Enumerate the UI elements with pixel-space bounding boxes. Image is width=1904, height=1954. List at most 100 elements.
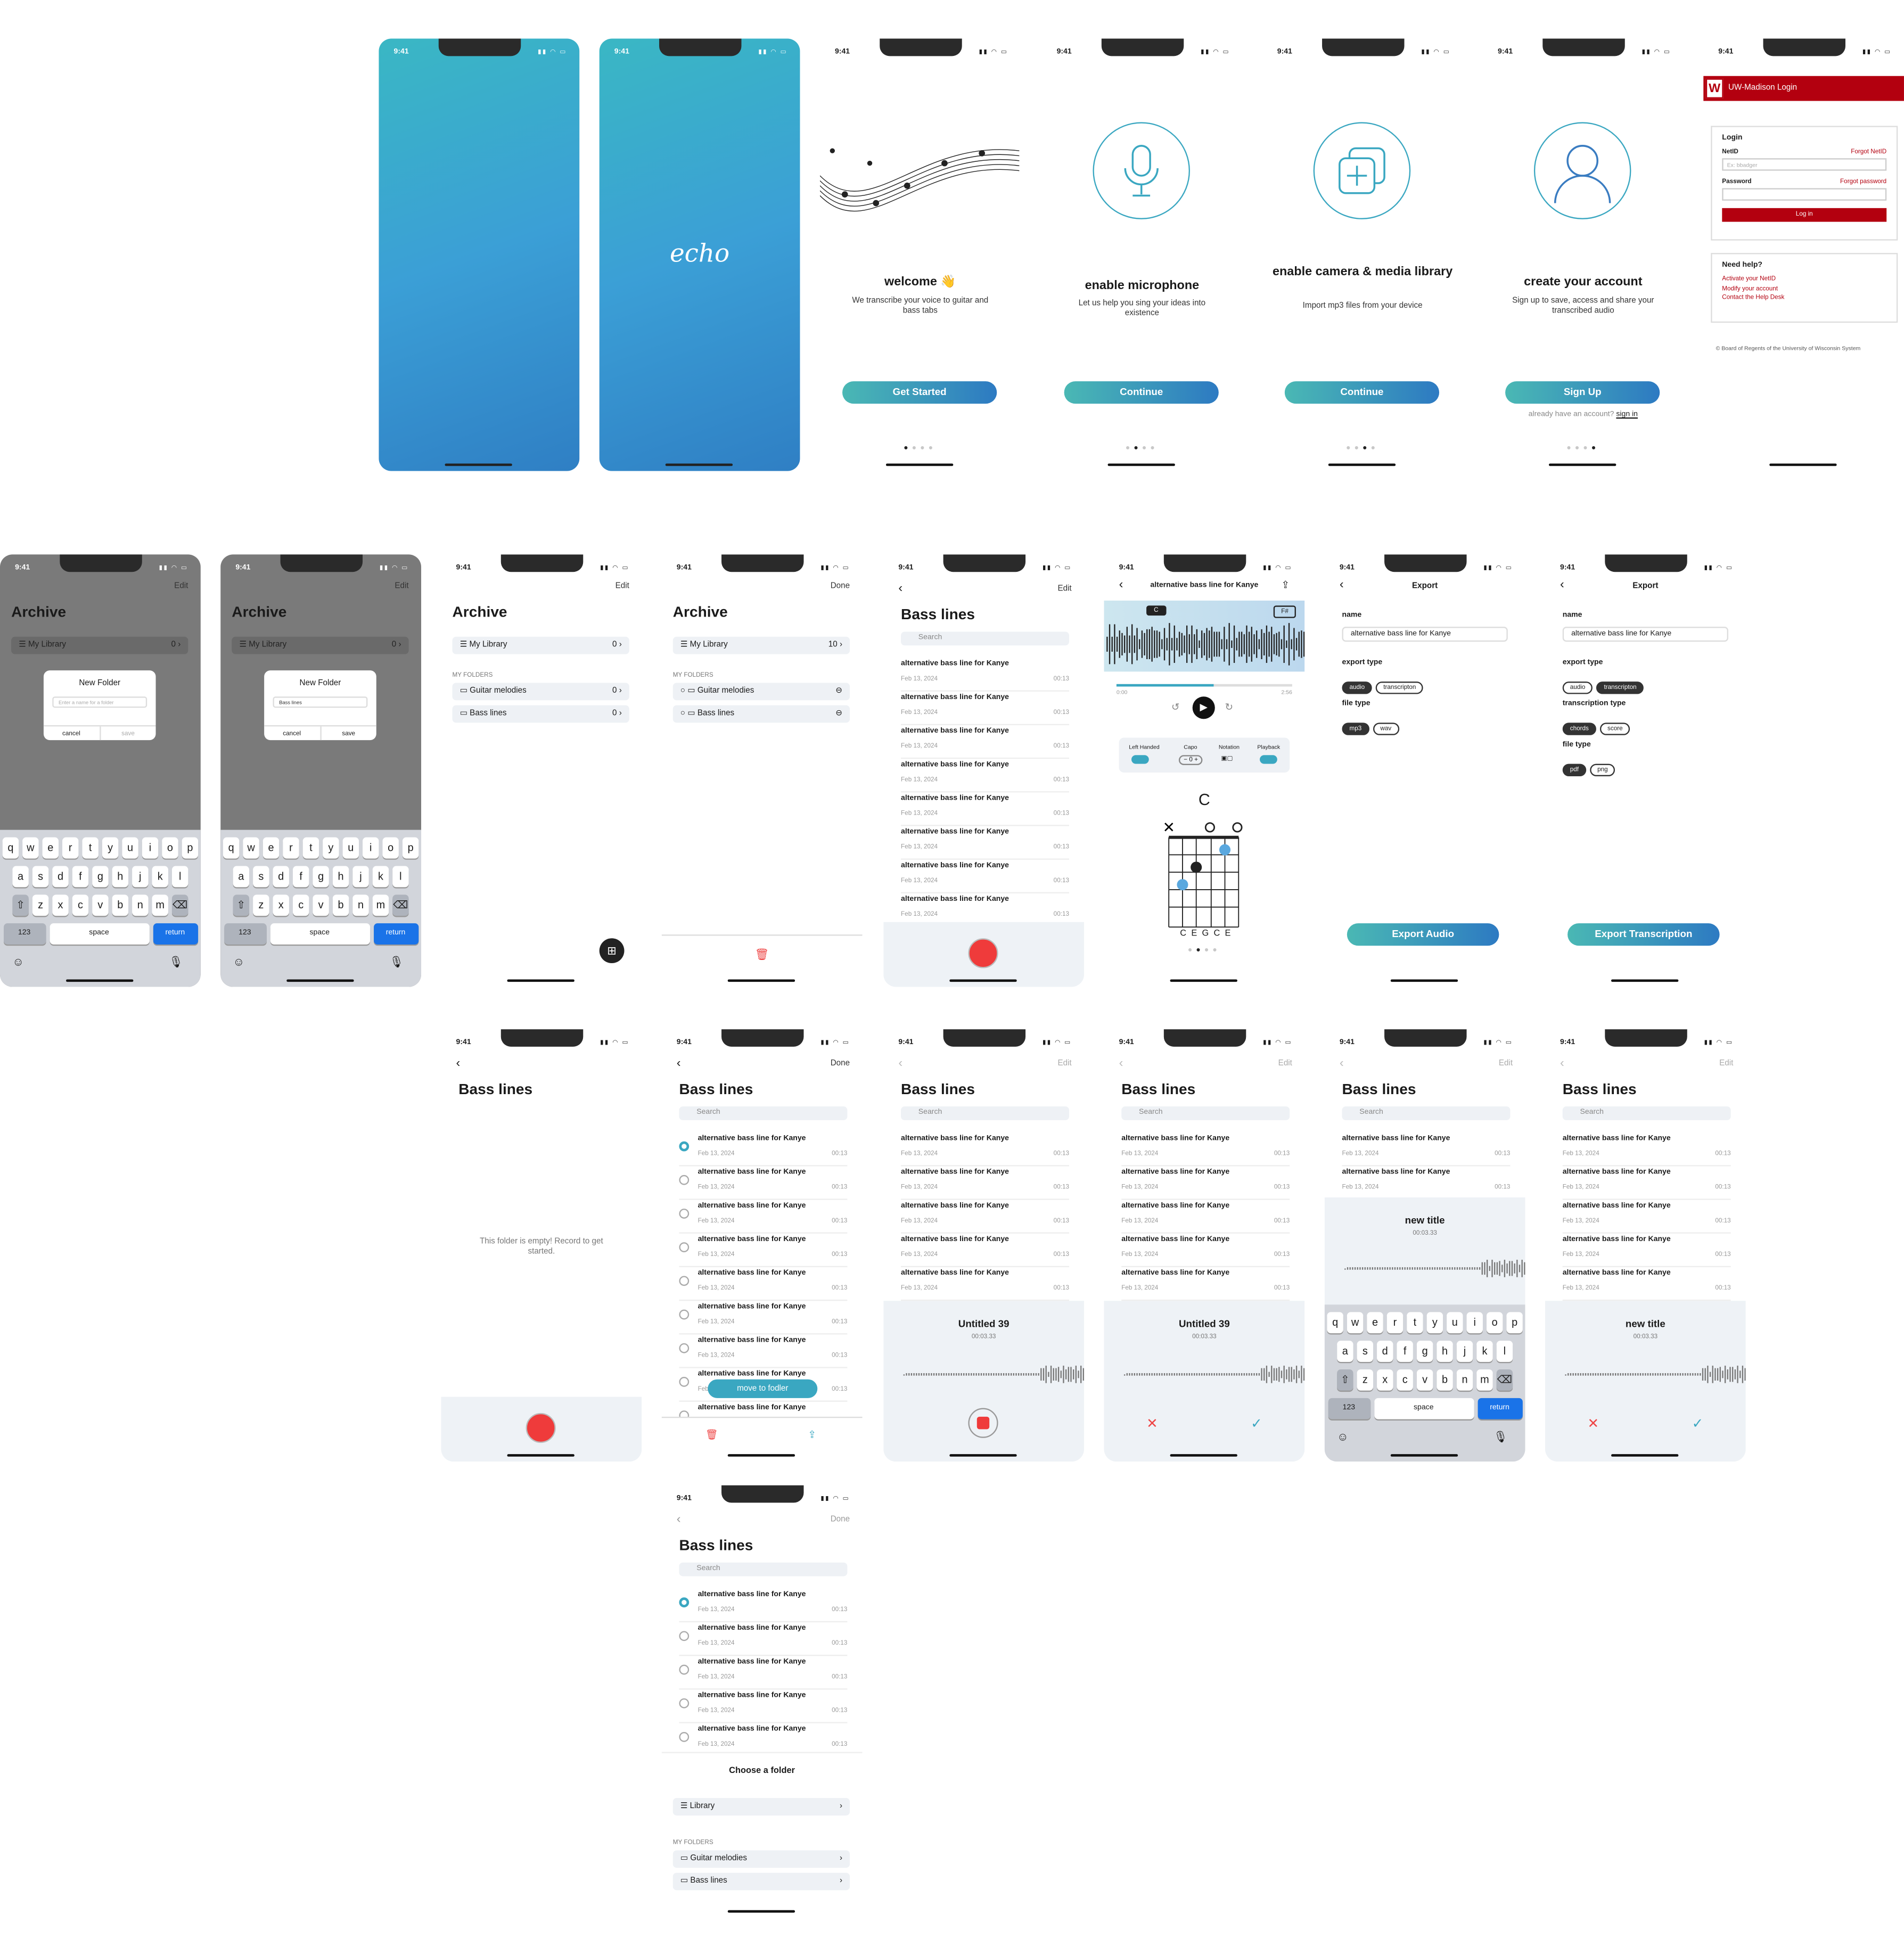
key[interactable]: n — [1456, 1369, 1473, 1391]
numbers-key[interactable]: 123 — [3, 923, 46, 945]
key[interactable]: r — [1386, 1312, 1404, 1334]
transcription-option[interactable]: transcripton — [1376, 682, 1424, 694]
select-radio[interactable] — [679, 1664, 690, 1675]
help-link[interactable]: Modify your account — [1722, 285, 1886, 294]
return-key[interactable]: return — [152, 923, 198, 945]
folder-name-input[interactable]: Enter a name for a folder — [52, 696, 147, 708]
list-item[interactable]: alternative bass line for Kanye Feb 13, 2… — [1562, 1167, 1731, 1200]
select-radio[interactable] — [679, 1377, 690, 1387]
key[interactable]: k — [1476, 1341, 1493, 1362]
record-button[interactable] — [526, 1413, 556, 1443]
list-item[interactable]: alternative bass line for Kanye Feb 13, 2… — [679, 1132, 848, 1167]
close-icon[interactable]: ✕ — [1588, 1416, 1599, 1432]
key[interactable]: h — [1437, 1341, 1453, 1362]
done-button[interactable]: Done — [831, 582, 850, 590]
list-item[interactable]: alternative bass line for Kanye Feb 13, 2… — [1562, 1132, 1731, 1167]
mp3-option[interactable]: mp3 — [1342, 723, 1369, 735]
edit-button[interactable]: Edit — [395, 582, 408, 590]
back-icon[interactable]: ‹ — [677, 1057, 681, 1071]
library-row[interactable]: ☰ Library › — [672, 1798, 850, 1816]
key[interactable]: b — [332, 894, 349, 916]
edit-button[interactable]: Edit — [174, 582, 188, 590]
key[interactable]: f — [72, 866, 89, 888]
select-radio[interactable] — [679, 1209, 690, 1219]
key[interactable]: y — [323, 837, 339, 859]
sign-in-link[interactable]: sign in — [1616, 411, 1638, 418]
upload-icon[interactable]: ⇪ — [1282, 579, 1290, 590]
key[interactable]: e — [42, 837, 59, 859]
select-radio[interactable] — [679, 1597, 690, 1607]
backspace-key[interactable]: ⌫ — [1496, 1369, 1513, 1391]
back-icon[interactable]: ‹ — [898, 1057, 902, 1071]
key[interactable]: w — [1347, 1312, 1364, 1334]
recording-name-input[interactable]: new title — [1325, 1215, 1525, 1226]
left-handed-toggle[interactable] — [1131, 755, 1149, 764]
back-icon[interactable]: ‹ — [1560, 1057, 1564, 1071]
list-item[interactable]: alternative bass line for Kanye Feb 13, 2… — [901, 658, 1069, 692]
trash-icon[interactable]: 🗑 — [661, 934, 863, 962]
edit-button[interactable]: Edit — [1278, 1059, 1292, 1068]
back-icon[interactable]: ‹ — [898, 582, 902, 596]
password-input[interactable] — [1722, 188, 1887, 201]
png-option[interactable]: png — [1590, 763, 1615, 777]
key[interactable]: i — [1466, 1312, 1483, 1334]
key[interactable]: q — [223, 837, 240, 859]
key[interactable]: v — [1416, 1369, 1433, 1391]
select-radio[interactable] — [679, 1343, 690, 1353]
keyboard[interactable]: q w e r t y u i o p a s d f g h j k l ⇧ z x c v b n m ⌫ 123 space retu… — [0, 830, 201, 987]
key[interactable]: u — [342, 837, 359, 859]
list-item[interactable]: alternative bass line for Kanye Feb 13, 2… — [1562, 1200, 1731, 1234]
list-item[interactable]: alternative bass line for Kanye Feb 13, 2… — [679, 1234, 848, 1268]
help-link[interactable]: Activate your NetID — [1722, 275, 1886, 285]
chords-option[interactable]: chords — [1562, 723, 1596, 735]
backspace-key[interactable]: ⌫ — [171, 894, 188, 916]
list-item[interactable]: alternative bass line for Kanye Feb 13, 2… — [679, 1589, 848, 1623]
list-item[interactable]: alternative bass line for Kanye Feb 13, 2… — [679, 1656, 848, 1690]
key[interactable]: q — [1327, 1312, 1343, 1334]
keyboard[interactable]: q w e r t y u i o p a s d f g h j k l ⇧ z x c v b n m ⌫ 123 space retu… — [1324, 1304, 1525, 1462]
check-icon[interactable]: ✓ — [1692, 1416, 1704, 1432]
list-item[interactable]: alternative bass line for Kanye Feb 13, 2… — [901, 725, 1069, 759]
microphone-icon[interactable]: 🎙 — [1493, 1431, 1508, 1444]
select-radio[interactable] — [679, 1309, 690, 1320]
search-input[interactable]: Search — [901, 631, 1069, 646]
key[interactable]: z — [253, 894, 269, 916]
key[interactable]: j — [132, 866, 149, 888]
list-item[interactable]: alternative bass line for Kanye Feb 13, 2… — [679, 1267, 848, 1301]
back-icon[interactable]: ‹ — [1340, 1057, 1344, 1071]
key[interactable]: f — [292, 866, 309, 888]
transcription-option[interactable]: transcripton — [1596, 682, 1644, 694]
folder-row[interactable]: ▭ Guitar melodies › — [672, 1850, 850, 1868]
edit-button[interactable]: Edit — [1499, 1059, 1513, 1068]
key[interactable]: u — [122, 837, 138, 859]
back-icon[interactable]: ‹ — [677, 1513, 681, 1526]
key[interactable]: c — [292, 894, 309, 916]
list-item[interactable]: alternative bass line for Kanye Feb 13, 2… — [679, 1622, 848, 1656]
score-option[interactable]: score — [1599, 723, 1630, 735]
list-item[interactable]: alternative bass line for Kanye Feb 13, 2… — [1121, 1200, 1290, 1234]
my-library-row[interactable]: ☰ My Library 0 › — [232, 636, 409, 654]
list-item[interactable]: alternative bass line for Kanye Feb 13, 2… — [901, 860, 1069, 893]
playback-toggle[interactable] — [1260, 755, 1277, 764]
list-item[interactable]: alternative bass line for Kanye Feb 13, 2… — [901, 1200, 1069, 1234]
key[interactable]: n — [132, 894, 149, 916]
list-item[interactable]: alternative bass line for Kanye Feb 13, 2… — [679, 1167, 848, 1200]
list-item[interactable]: alternative bass line for Kanye Feb 13, 2… — [901, 1234, 1069, 1268]
name-input[interactable]: alternative bass line for Kanye — [1342, 627, 1508, 642]
search-input[interactable]: Search — [1121, 1106, 1290, 1120]
continue-button[interactable]: Continue — [1064, 381, 1219, 404]
edit-button[interactable]: Edit — [615, 582, 629, 590]
key[interactable]: q — [2, 837, 19, 859]
folder-row[interactable]: ▭ Bass lines › — [672, 1873, 850, 1891]
stop-button[interactable] — [968, 1408, 998, 1438]
key[interactable]: z — [32, 894, 49, 916]
back-icon[interactable]: ‹ — [1119, 578, 1123, 592]
list-item[interactable]: alternative bass line for Kanye Feb 13, 2… — [679, 1301, 848, 1335]
emoji-icon[interactable]: ☺ — [12, 956, 24, 970]
edit-button[interactable]: Edit — [1057, 585, 1071, 593]
key[interactable]: h — [332, 866, 349, 888]
key[interactable]: c — [72, 894, 89, 916]
key[interactable]: x — [273, 894, 289, 916]
list-item[interactable]: alternative bass line for Kanye Feb 13, 2… — [901, 1132, 1069, 1167]
select-radio[interactable] — [679, 1698, 690, 1709]
